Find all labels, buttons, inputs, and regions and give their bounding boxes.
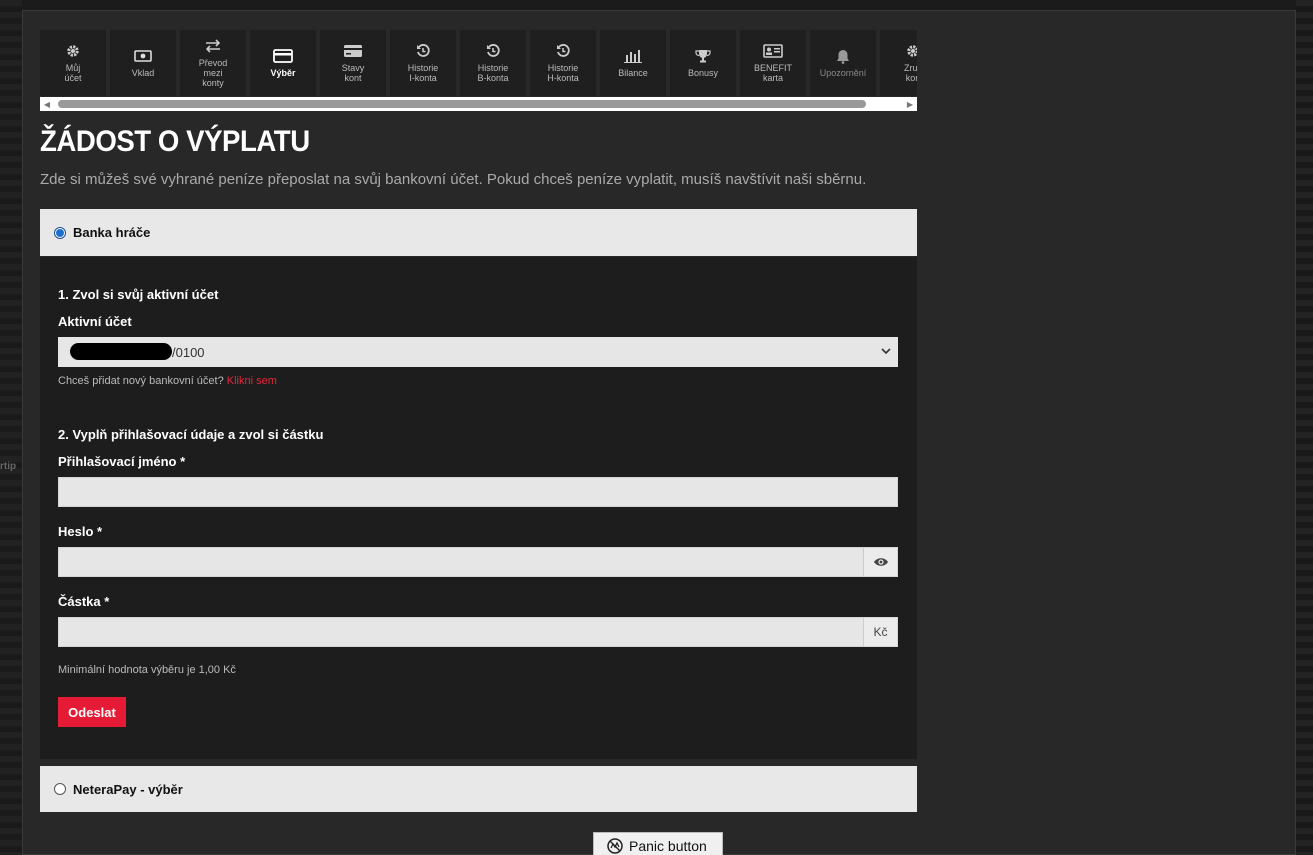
panic-icon: [607, 838, 623, 854]
password-field[interactable]: [59, 548, 863, 576]
history-icon: [553, 43, 573, 59]
password-label: Heslo *: [58, 524, 103, 539]
history-icon: [413, 43, 433, 59]
method-neterapay[interactable]: NeteraPay - výběr: [40, 766, 917, 812]
background-right: [1296, 0, 1313, 855]
tab-label: Bilance: [618, 68, 648, 78]
main-panel: Můj účet Vklad Převod mezi konty Výběr Stavy…: [22, 10, 1296, 855]
amount-input[interactable]: Kč: [58, 617, 898, 647]
scroll-left-arrow-icon[interactable]: ◀: [40, 97, 54, 111]
tab-upozornění[interactable]: Upozornění: [810, 30, 876, 96]
gear-icon: [903, 43, 917, 59]
tab-list: Můj účet Vklad Převod mezi konty Výběr Stavy…: [40, 30, 917, 96]
gear-icon: [63, 43, 83, 59]
method-neterapay-radio[interactable]: [54, 783, 66, 795]
tab-label: Převod mezi konty: [198, 58, 228, 88]
min-amount-hint: Minimální hodnota výběru je 1,00 Kč: [58, 664, 236, 676]
tab-label: Můj účet: [64, 63, 82, 83]
login-field[interactable]: [59, 478, 897, 506]
tab-label: Historie B-konta: [477, 63, 509, 83]
tab-stavy-kont[interactable]: Stavy kont: [320, 30, 386, 96]
tab-label: BENEFIT karta: [753, 63, 792, 83]
add-account-link[interactable]: Klikni sem: [227, 375, 277, 387]
method-bank-label: Banka hráče: [73, 225, 151, 240]
amount-label: Částka *: [58, 594, 110, 609]
step2-heading: 2. Vyplň přihlašovací údaje a zvol si čá…: [58, 427, 324, 442]
background-text: rtip: [0, 461, 17, 472]
account-tabs: Můj účet Vklad Převod mezi konty Výběr Stavy…: [40, 30, 917, 112]
tab-můj-účet[interactable]: Můj účet: [40, 30, 106, 96]
login-label: Přihlašovací jméno *: [58, 454, 186, 469]
history-icon: [483, 43, 503, 59]
password-input[interactable]: [58, 547, 898, 577]
chart-bars-icon: [623, 48, 643, 64]
scroll-right-arrow-icon[interactable]: ▶: [903, 97, 917, 111]
trophy-icon: [693, 48, 713, 64]
panic-button[interactable]: Panic button: [593, 832, 723, 855]
tabs-scrollbar[interactable]: ◀ ▶: [40, 97, 917, 111]
step1-heading: 1. Zvol si svůj aktivní účet: [58, 287, 219, 302]
method-bank[interactable]: Banka hráče: [40, 209, 917, 256]
transfer-icon: [203, 38, 223, 54]
tab-vklad[interactable]: Vklad: [110, 30, 176, 96]
tab-bilance[interactable]: Bilance: [600, 30, 666, 96]
account-value: /0100: [172, 344, 205, 360]
bell-icon: [833, 48, 853, 64]
card-outline-icon: [343, 43, 363, 59]
method-neterapay-label: NeteraPay - výběr: [73, 781, 183, 797]
amount-field[interactable]: [59, 618, 863, 646]
submit-button[interactable]: Odeslat: [58, 697, 126, 727]
active-account-label: Aktivní účet: [58, 314, 132, 329]
tab-label: Bonusy: [687, 68, 719, 78]
card-icon: [273, 48, 293, 64]
tab-label: Stavy kont: [341, 63, 365, 83]
active-account-select[interactable]: /0100: [58, 337, 898, 367]
tab-zruš-kon[interactable]: Zruš kon: [880, 30, 917, 96]
redacted-account-number: [70, 343, 172, 360]
tab-label: Historie H-konta: [547, 63, 579, 83]
tab-label: Zruš kon: [904, 63, 917, 83]
cash-icon: [133, 48, 153, 64]
panic-label: Panic button: [629, 838, 707, 854]
tab-bonusy[interactable]: Bonusy: [670, 30, 736, 96]
withdraw-form: 1. Zvol si svůj aktivní účet Aktivní úče…: [40, 257, 917, 759]
tab-historie-h-konta[interactable]: Historie H-konta: [530, 30, 596, 96]
eye-icon: [873, 558, 888, 566]
method-bank-radio[interactable]: [54, 226, 66, 239]
show-password-button[interactable]: [863, 548, 897, 576]
page-intro: Zde si můžeš své vyhrané peníze přeposla…: [40, 171, 867, 188]
scroll-thumb[interactable]: [58, 100, 866, 108]
scroll-track[interactable]: [54, 97, 903, 111]
chevron-down-icon: [881, 348, 891, 355]
tab-label: Historie I-konta: [407, 63, 439, 83]
tab-benefit-karta[interactable]: BENEFIT karta: [740, 30, 806, 96]
login-input[interactable]: [58, 477, 898, 507]
currency-addon: Kč: [863, 618, 897, 646]
id-card-icon: [763, 43, 783, 59]
add-account-hint: Chceš přidat nový bankovní účet? Klikni …: [58, 375, 277, 387]
page-title: ŽÁDOST O VÝPLATU: [40, 125, 310, 158]
tab-historie-b-konta[interactable]: Historie B-konta: [460, 30, 526, 96]
tab-label: Upozornění: [819, 68, 867, 78]
tab-výběr[interactable]: Výběr: [250, 30, 316, 96]
background-left: [0, 0, 22, 855]
tab-historie-i-konta[interactable]: Historie I-konta: [390, 30, 456, 96]
add-account-hint-text: Chceš přidat nový bankovní účet?: [58, 375, 224, 387]
tab-label: Výběr: [270, 68, 296, 78]
tab-label: Vklad: [131, 68, 155, 78]
tab-převod-mezi-konty[interactable]: Převod mezi konty: [180, 30, 246, 96]
